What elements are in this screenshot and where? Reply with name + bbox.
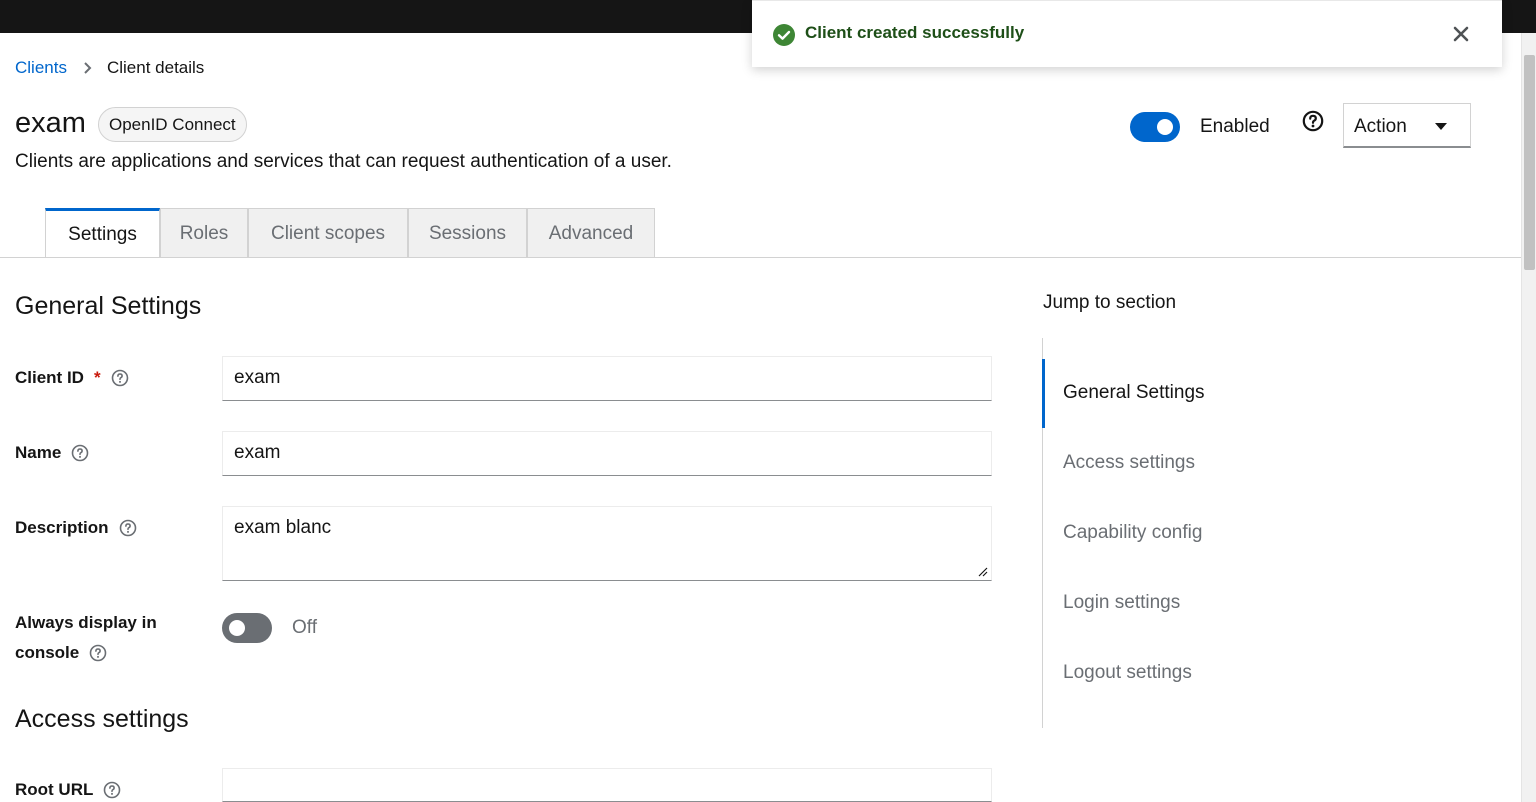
jump-item-logout-settings[interactable]: Logout settings: [1063, 662, 1192, 684]
description-label: Description: [15, 518, 137, 538]
jump-item-access-settings[interactable]: Access settings: [1063, 452, 1195, 474]
switch-knob: [1157, 119, 1173, 135]
page-title: exam: [15, 107, 86, 139]
enabled-label: Enabled: [1200, 116, 1270, 137]
access-settings-title: Access settings: [15, 705, 189, 733]
help-icon[interactable]: [103, 781, 121, 799]
root-url-label-text: Root URL: [15, 780, 94, 799]
scrollbar-thumb[interactable]: [1524, 55, 1535, 270]
jump-item-login-settings[interactable]: Login settings: [1063, 592, 1180, 614]
client-id-label: Client ID *: [15, 368, 129, 388]
client-id-input[interactable]: exam: [222, 356, 992, 401]
action-label: Action: [1354, 116, 1407, 137]
always-display-label-text: console: [15, 643, 80, 662]
scrollbar[interactable]: [1521, 33, 1536, 802]
success-toast: Client created successfully: [752, 0, 1502, 67]
breadcrumb-clients-link[interactable]: Clients: [15, 58, 67, 78]
switch-knob: [229, 620, 245, 636]
name-label: Name: [15, 443, 89, 463]
help-icon[interactable]: [119, 519, 137, 537]
general-settings-title: General Settings: [15, 292, 202, 320]
description-label-text: Description: [15, 518, 109, 537]
always-display-label-line1: Always display in: [15, 613, 157, 632]
tabs-divider: [0, 257, 1521, 258]
always-display-state: Off: [292, 617, 317, 638]
description-textarea[interactable]: exam blanc: [222, 506, 992, 581]
tab-roles[interactable]: Roles: [160, 208, 248, 258]
tab-advanced[interactable]: Advanced: [527, 208, 655, 258]
always-display-switch[interactable]: [222, 613, 272, 643]
name-input[interactable]: exam: [222, 431, 992, 476]
protocol-badge: OpenID Connect: [98, 107, 247, 142]
enabled-switch[interactable]: [1130, 112, 1180, 142]
jump-item-general-settings[interactable]: General Settings: [1063, 382, 1205, 404]
client-id-label-text: Client ID: [15, 368, 84, 387]
root-url-label: Root URL: [15, 780, 121, 800]
jump-active-indicator: [1042, 359, 1045, 428]
help-icon[interactable]: [89, 644, 107, 662]
resize-handle-icon[interactable]: [978, 567, 988, 577]
jump-to-section-title: Jump to section: [1043, 292, 1177, 313]
required-asterisk: *: [93, 368, 101, 387]
chevron-right-icon: [84, 62, 92, 74]
help-icon[interactable]: [111, 369, 129, 387]
check-circle-icon: [773, 24, 795, 46]
breadcrumb: Clients Client details: [15, 58, 204, 78]
always-display-label-line2: console: [15, 643, 107, 663]
root-url-input[interactable]: [222, 768, 992, 802]
action-dropdown[interactable]: Action: [1343, 103, 1471, 148]
tab-client-scopes[interactable]: Client scopes: [248, 208, 408, 258]
page-subtitle: Clients are applications and services th…: [15, 151, 672, 172]
tab-settings[interactable]: Settings: [45, 208, 160, 258]
description-value: exam blanc: [234, 517, 332, 538]
help-icon[interactable]: [71, 444, 89, 462]
caret-down-icon: [1435, 123, 1447, 130]
close-icon[interactable]: [1452, 25, 1470, 43]
jump-item-capability-config[interactable]: Capability config: [1063, 522, 1202, 544]
name-label-text: Name: [15, 443, 62, 462]
toast-message: Client created successfully: [805, 23, 1025, 42]
tab-sessions[interactable]: Sessions: [408, 208, 527, 258]
breadcrumb-current: Client details: [106, 58, 205, 77]
help-icon[interactable]: [1302, 110, 1324, 132]
